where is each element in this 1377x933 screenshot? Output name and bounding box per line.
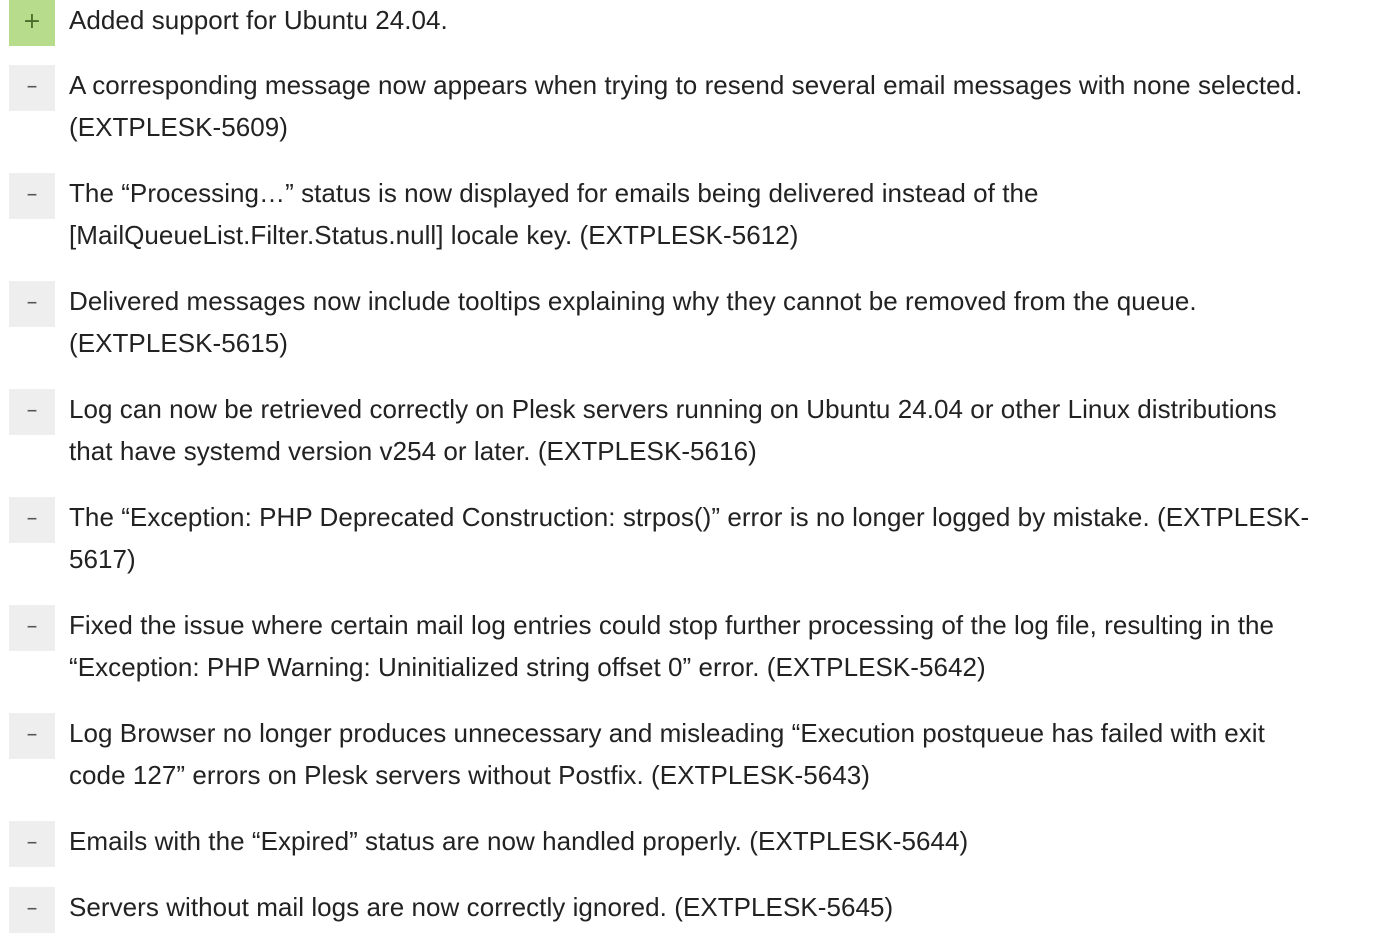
entry-text: Added support for Ubuntu 24.04. (69, 0, 1369, 41)
entry-line: “Exception: PHP Warning: Uninitialized s… (69, 652, 986, 682)
plus-icon: + (9, 0, 55, 46)
entry-text: A corresponding message now appears when… (69, 64, 1369, 148)
minus-icon: – (9, 605, 55, 651)
entry-line: Fixed the issue where certain mail log e… (69, 610, 1275, 640)
entry-text: Fixed the issue where certain mail log e… (69, 604, 1369, 688)
entry-line: Emails with the “Expired” status are now… (69, 826, 969, 856)
entry-line: that have systemd version v254 or later.… (69, 436, 757, 466)
entry-text: The “Processing…” status is now displaye… (69, 172, 1369, 256)
entry-text: Log can now be retrieved correctly on Pl… (69, 388, 1369, 472)
entry-line: code 127” errors on Plesk servers withou… (69, 760, 870, 790)
entry-line: Log can now be retrieved correctly on Pl… (69, 394, 1277, 424)
entry-line: Log Browser no longer produces unnecessa… (69, 718, 1265, 748)
minus-icon: – (9, 281, 55, 327)
entry-line: The “Processing…” status is now displaye… (69, 178, 1039, 208)
minus-icon: – (9, 713, 55, 759)
entry-line: Delivered messages now include tooltips … (69, 286, 1197, 316)
minus-icon: – (9, 821, 55, 867)
entry-line: A corresponding message now appears when… (69, 70, 1303, 100)
entry-text: The “Exception: PHP Deprecated Construct… (69, 496, 1369, 580)
entry-line: [MailQueueList.Filter.Status.null] local… (69, 220, 799, 250)
entry-text: Emails with the “Expired” status are now… (69, 820, 1369, 862)
entry-line: Added support for Ubuntu 24.04. (69, 5, 448, 35)
entry-text: Delivered messages now include tooltips … (69, 280, 1369, 364)
entry-line: (EXTPLESK-5615) (69, 328, 288, 358)
minus-icon: – (9, 173, 55, 219)
minus-icon: – (9, 389, 55, 435)
entry-text: Log Browser no longer produces unnecessa… (69, 712, 1369, 796)
minus-icon: – (9, 887, 55, 933)
entry-line: (EXTPLESK-5609) (69, 112, 288, 142)
minus-icon: – (9, 65, 55, 111)
minus-icon: – (9, 497, 55, 543)
entry-line: 5617) (69, 544, 136, 574)
entry-line: The “Exception: PHP Deprecated Construct… (69, 502, 1310, 532)
